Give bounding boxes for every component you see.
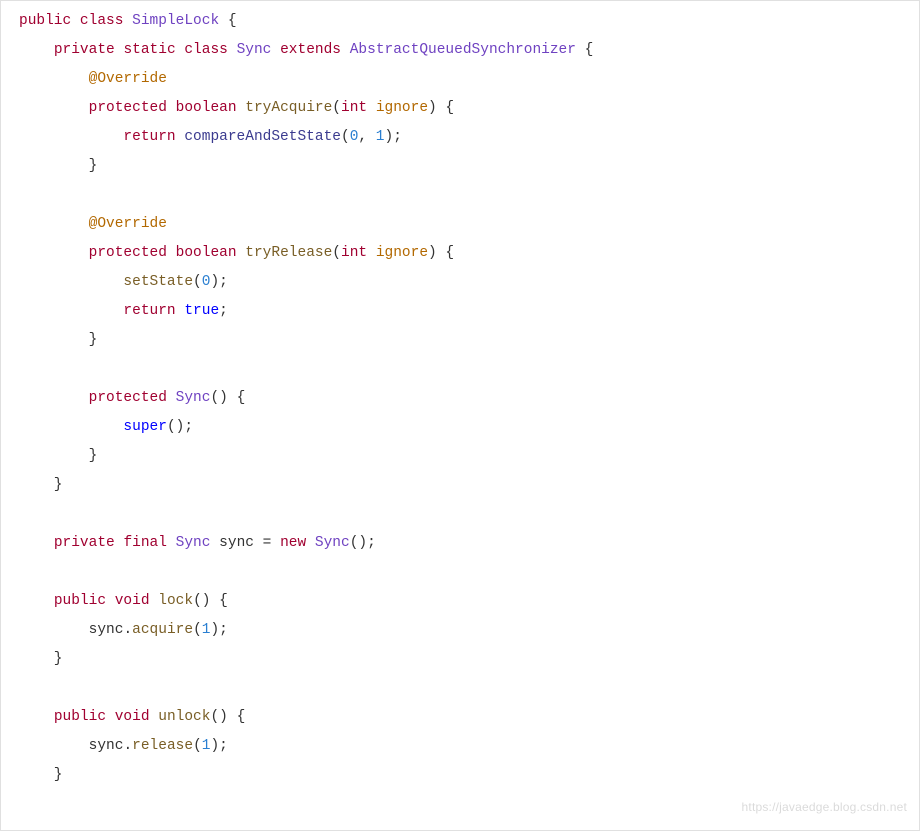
annotation-override: @Override [89,71,167,87]
type-sync: Sync [237,42,272,58]
num-1: 1 [202,738,211,754]
field-sync: sync [219,535,254,551]
param-ignore: ignore [376,100,428,116]
num-0: 0 [350,129,359,145]
keyword-protected: protected [89,100,167,116]
num-1: 1 [376,129,385,145]
watermark: https://javaedge.blog.csdn.net [742,793,907,822]
method-tryacquire: tryAcquire [245,100,332,116]
literal-true: true [184,303,219,319]
method-setstate: setState [123,274,193,290]
method-tryrelease: tryRelease [245,245,332,261]
keyword-private: private [54,535,115,551]
keyword-class: class [80,13,124,29]
literal-super: super [123,419,167,435]
keyword-protected: protected [89,390,167,406]
type-sync: Sync [176,535,211,551]
method-cas: compareAndSetState [184,129,341,145]
method-release: release [132,738,193,754]
param-ignore: ignore [376,245,428,261]
type-int: int [341,100,367,116]
keyword-void: void [115,593,150,609]
keyword-class: class [184,42,228,58]
type-aqs: AbstractQueuedSynchronizer [350,42,576,58]
keyword-boolean: boolean [176,245,237,261]
keyword-public: public [54,709,106,725]
keyword-extends: extends [280,42,341,58]
num-1: 1 [202,622,211,638]
keyword-new: new [280,535,306,551]
annotation-override: @Override [89,216,167,232]
type-sync: Sync [176,390,211,406]
keyword-private: private [54,42,115,58]
num-0: 0 [202,274,211,290]
keyword-public: public [19,13,71,29]
keyword-protected: protected [89,245,167,261]
keyword-return: return [123,303,175,319]
method-lock: lock [158,593,193,609]
keyword-static: static [123,42,175,58]
type-sync: Sync [315,535,350,551]
keyword-final: final [123,535,167,551]
keyword-return: return [123,129,175,145]
keyword-boolean: boolean [176,100,237,116]
type-simplelock: SimpleLock [132,13,219,29]
code-block: public class SimpleLock { private static… [0,0,920,831]
field-sync: sync [89,738,124,754]
field-sync: sync [89,622,124,638]
method-unlock: unlock [158,709,210,725]
type-int: int [341,245,367,261]
keyword-void: void [115,709,150,725]
method-acquire: acquire [132,622,193,638]
keyword-public: public [54,593,106,609]
